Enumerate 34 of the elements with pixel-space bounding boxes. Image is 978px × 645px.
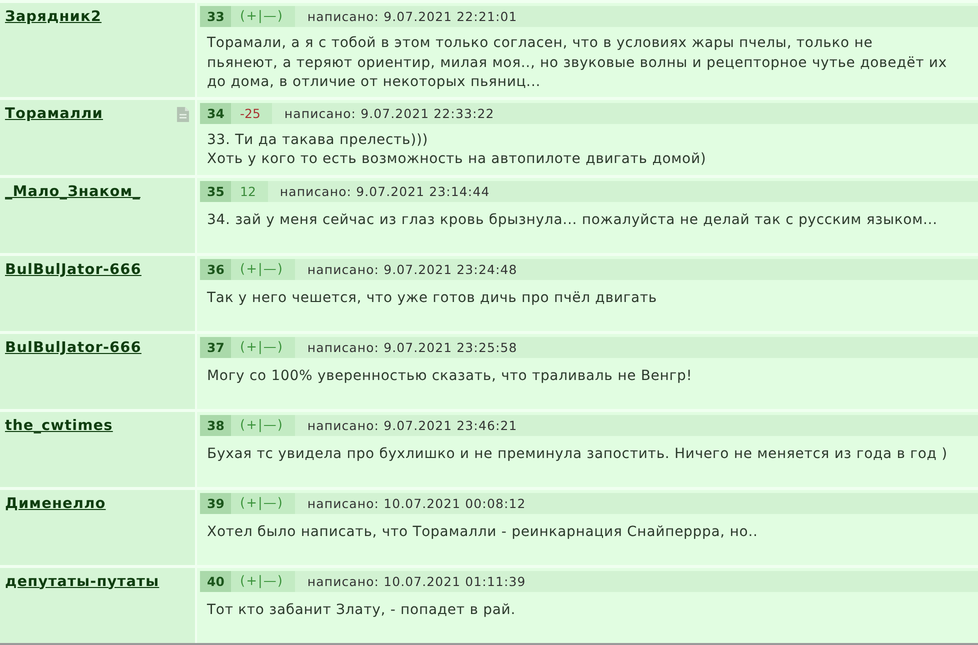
post-text: Хотел было написать, что Торамалли - реинкарнация Снайперрра, но.. bbox=[207, 522, 758, 542]
post-text: 33. Ти да такава прелесть))) Хоть у кого то есть возможность на автопилоте двигать домой) bbox=[207, 130, 706, 169]
post-date: написано: 9.07.2021 23:14:44 bbox=[280, 182, 490, 200]
post-text: 34. зай у меня сейчас из глаз кровь брызнула... пожалуйста не делай так с русским языком... bbox=[207, 210, 938, 230]
post-text: Могу со 100% уверенностью сказать, что траливаль не Венгр! bbox=[207, 366, 692, 386]
post-text: Бухая тс увидела про бухлишко и не преминула запостить. Ничего не меняется из года в год ) bbox=[207, 444, 948, 464]
author-link[interactable]: BulBulJator-666 bbox=[5, 262, 142, 278]
author-link[interactable]: Торамалли bbox=[5, 106, 104, 122]
post-number: 39 bbox=[200, 492, 231, 514]
post-number: 38 bbox=[200, 414, 231, 436]
post-number: 37 bbox=[200, 336, 231, 358]
author-link[interactable]: депутаты-путаты bbox=[5, 574, 160, 590]
post-number: 36 bbox=[200, 258, 231, 280]
post-number: 35 bbox=[200, 180, 231, 202]
rating-score: 12 bbox=[231, 180, 268, 202]
post-date: написано: 9.07.2021 22:21:01 bbox=[307, 8, 518, 26]
author-link[interactable]: Зарядник2 bbox=[5, 9, 102, 26]
post-number: 33 bbox=[200, 6, 231, 27]
author-link[interactable]: Дименелло bbox=[5, 496, 106, 512]
post-date: написано: 9.07.2021 23:25:58 bbox=[307, 338, 518, 356]
post-date: написано: 10.07.2021 00:08:12 bbox=[307, 494, 526, 512]
rating-score: -25 bbox=[231, 102, 272, 124]
post-text: Торамали, а я с тобой в этом только согласен, что в условиях жары пчелы, только не пьянеют, а теряют ориентир, милая моя.., но звуковые волны и рецепторное чутье доведёт их до дома, в отличие от некоторых пьяниц... bbox=[207, 34, 948, 92]
post-text: Тот кто забанит Злату, - попадет в рай. bbox=[207, 600, 516, 620]
author-link[interactable]: _Мало_Знаком_ bbox=[5, 184, 140, 200]
author-link[interactable]: the_cwtimes bbox=[5, 418, 113, 434]
post-date: написано: 10.07.2021 01:11:39 bbox=[307, 572, 526, 590]
post-date: написано: 9.07.2021 23:24:48 bbox=[307, 260, 518, 278]
post-number: 40 bbox=[200, 570, 231, 592]
post-date: написано: 9.07.2021 23:46:21 bbox=[307, 416, 518, 434]
post-text: Так у него чешется, что уже готов дичь про пчёл двигать bbox=[207, 288, 658, 308]
post-number: 34 bbox=[200, 102, 231, 124]
post-date: написано: 9.07.2021 22:33:22 bbox=[284, 104, 494, 122]
author-link[interactable]: BulBulJator-666 bbox=[5, 340, 142, 356]
